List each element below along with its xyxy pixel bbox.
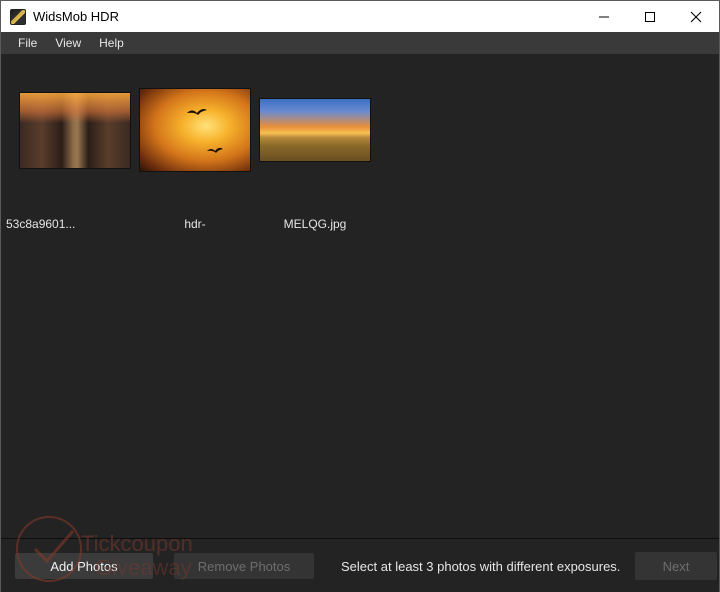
bottom-toolbar: Add Photos Remove Photos Select at least… <box>1 539 719 592</box>
menu-view[interactable]: View <box>46 32 90 54</box>
app-logo-icon <box>10 8 26 25</box>
photo-item[interactable]: MELQG.jpg <box>260 82 370 231</box>
app-window: WidsMob HDR File View Help 53c8a9601... <box>0 0 720 592</box>
field-sunset-photo-thumbnail <box>260 99 370 161</box>
menu-file[interactable]: File <box>9 32 46 54</box>
bird-sunset-photo-thumbnail <box>140 89 250 171</box>
menu-bar: File View Help <box>1 32 719 54</box>
remove-photos-button[interactable]: Remove Photos <box>174 553 314 579</box>
photo-label: MELQG.jpg <box>283 217 347 231</box>
photo-thumb-wrap <box>140 82 250 178</box>
next-button[interactable]: Next <box>635 552 717 580</box>
bird-silhouette-icon <box>207 147 223 153</box>
photo-label: 53c8a9601... <box>6 217 76 231</box>
add-photos-button[interactable]: Add Photos <box>15 553 153 579</box>
close-icon <box>690 11 702 22</box>
window-controls <box>581 1 719 32</box>
photo-grid: 53c8a9601... hdr- MELQG.jpg <box>1 54 719 538</box>
photo-thumb-wrap <box>260 82 370 178</box>
status-text: Select at least 3 photos with different … <box>341 559 621 574</box>
close-button[interactable] <box>673 1 719 32</box>
street-photo-thumbnail <box>20 92 130 168</box>
photo-item[interactable]: hdr- <box>140 82 250 231</box>
bird-silhouette-icon <box>187 109 207 115</box>
photo-label: hdr- <box>184 217 206 231</box>
window-title: WidsMob HDR <box>33 9 119 24</box>
menu-help[interactable]: Help <box>90 32 133 54</box>
minimize-icon <box>599 16 609 17</box>
photo-thumb-wrap <box>20 82 130 178</box>
maximize-icon <box>645 11 655 22</box>
minimize-button[interactable] <box>581 1 627 32</box>
title-bar[interactable]: WidsMob HDR <box>1 1 719 32</box>
photo-item[interactable]: 53c8a9601... <box>6 82 130 231</box>
maximize-button[interactable] <box>627 1 673 32</box>
